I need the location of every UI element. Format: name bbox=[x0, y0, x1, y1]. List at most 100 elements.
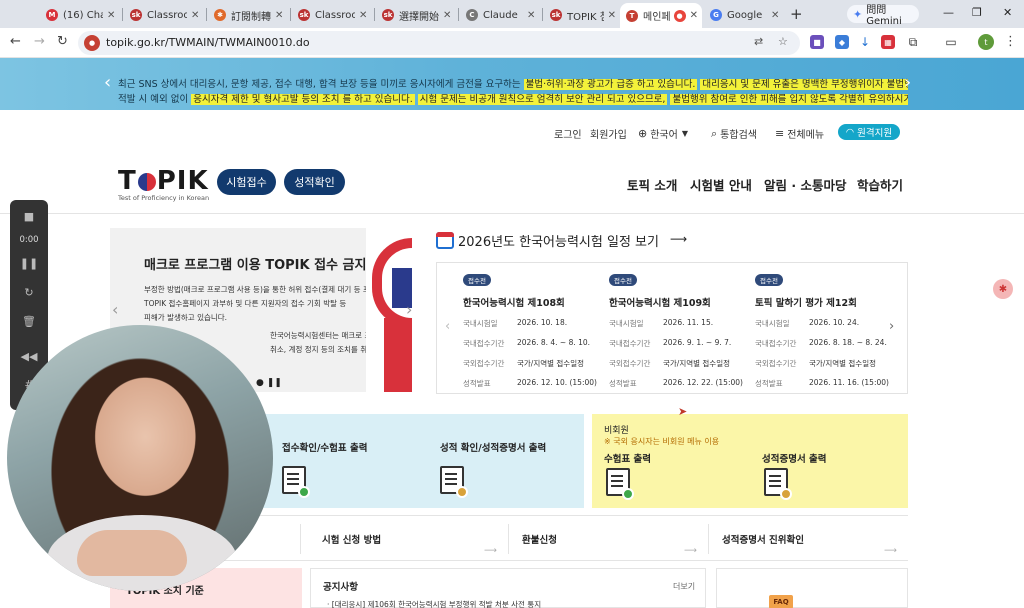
nav-item[interactable]: 알림 · 소통마당 bbox=[764, 175, 846, 194]
remote-support-button[interactable]: ◠ 원격지원 bbox=[838, 124, 900, 140]
chevron-left-icon[interactable]: ‹ bbox=[104, 72, 111, 93]
all-menu-link[interactable]: ≡ 전체메뉴 bbox=[775, 126, 824, 141]
schedule-item[interactable]: 접수전 토픽 말하기 평가 제12회 국내시험일 2026. 10. 24. 국내… bbox=[755, 273, 905, 389]
browser-tab[interactable]: C Claude ✕ bbox=[460, 4, 542, 26]
more-menu-icon[interactable]: ⋮ bbox=[1004, 34, 1017, 49]
language-select[interactable]: ⊕ 한국어 ▼ bbox=[638, 126, 691, 141]
close-icon[interactable]: ✕ bbox=[690, 10, 698, 21]
score-check-link[interactable]: 성적 확인/성적증명서 출력 bbox=[440, 440, 546, 454]
tab-favicon-icon: C bbox=[466, 9, 478, 21]
extension-icon[interactable]: ◆ bbox=[835, 35, 849, 49]
guest-ticket-link[interactable]: 수험표 출력 bbox=[604, 451, 651, 465]
minimize-icon[interactable]: — bbox=[943, 6, 954, 19]
chevron-left-icon[interactable]: ‹ bbox=[112, 300, 118, 319]
print-ticket-link[interactable]: 접수확인/수험표 출력 bbox=[282, 440, 367, 454]
tab-favicon-icon: M bbox=[46, 9, 58, 21]
row-label: 국내시험일 bbox=[609, 319, 644, 328]
floating-action-icon[interactable]: ✱ bbox=[993, 279, 1013, 299]
close-icon[interactable]: ✕ bbox=[275, 10, 283, 21]
faq-box[interactable]: FAQ bbox=[716, 568, 908, 608]
arrow-right-icon[interactable]: ⟶ bbox=[670, 232, 687, 246]
tab-label: 選擇開始 bbox=[399, 11, 439, 23]
promo-text: TOPIK 접수홈페이지 과부하 및 다른 지원자의 접수 기회 박탈 등 bbox=[144, 299, 347, 308]
gemini-button[interactable]: ✦ 問問 Gemini bbox=[847, 5, 919, 27]
topik-logo[interactable]: T PIK Test of Proficiency in Korean bbox=[118, 166, 209, 202]
search-link[interactable]: ⌕ 통합검색 bbox=[711, 126, 757, 142]
notice-more-link[interactable]: 더보기 bbox=[673, 581, 695, 592]
login-link[interactable]: 로그인 bbox=[554, 126, 582, 141]
browser-tab-active[interactable]: T 메인페 ● ✕ bbox=[620, 3, 702, 28]
row-label: 성적발표 bbox=[609, 379, 637, 388]
nav-item[interactable]: 시험별 안내 bbox=[690, 175, 752, 194]
browser-tab[interactable]: sk Classroo ✕ bbox=[124, 4, 206, 26]
sidepanel-icon[interactable]: ▭ bbox=[944, 35, 958, 49]
notice-box: 공지사항 더보기 · [대리응시] 제106회 한국어능력시험 부정행위 적발 … bbox=[310, 568, 706, 608]
row-value: 2026. 10. 18. bbox=[517, 318, 568, 327]
close-icon[interactable]: ✕ bbox=[771, 10, 779, 21]
webcam-overlay bbox=[7, 325, 273, 591]
apply-button[interactable]: 시험접수 bbox=[217, 169, 276, 195]
puzzle-icon[interactable]: ⧉ bbox=[906, 35, 920, 49]
new-tab-icon[interactable]: + bbox=[790, 5, 803, 23]
translate-icon[interactable]: ⇄ bbox=[754, 35, 763, 48]
close-icon[interactable]: ✕ bbox=[107, 10, 115, 21]
carousel-pause-icon[interactable]: ● ❚❚ bbox=[256, 378, 282, 388]
guest-cert-link[interactable]: 성적증명서 출력 bbox=[762, 451, 827, 465]
back-icon[interactable]: ← bbox=[10, 34, 21, 49]
notice-banner: ‹ 최근 SNS 상에서 대리응시, 문항 제공, 접수 대행, 합격 보장 등… bbox=[0, 58, 1024, 110]
browser-tab[interactable]: M (16) Chat ✕ bbox=[40, 4, 122, 26]
url-text[interactable]: topik.go.kr/TWMAIN/TWMAIN0010.do bbox=[106, 36, 310, 49]
site-info-icon[interactable]: ● bbox=[84, 35, 100, 51]
reload-icon[interactable]: ↻ bbox=[57, 34, 68, 49]
tab-favicon-icon: sk bbox=[298, 9, 310, 21]
stop-icon[interactable]: ■ bbox=[10, 210, 48, 223]
cert-verify-link[interactable]: 성적증명서 진위확인 bbox=[722, 532, 804, 546]
guest-note: ※ 국외 응시자는 비회원 메뉴 이용 bbox=[604, 437, 720, 446]
chevron-left-icon[interactable]: ‹ bbox=[445, 319, 450, 334]
close-icon[interactable]: ✕ bbox=[359, 10, 367, 21]
extension-icon[interactable]: ■ bbox=[810, 35, 824, 49]
forward-icon[interactable]: → bbox=[34, 34, 45, 49]
browser-tab[interactable]: sk TOPIK 첨 ✕ bbox=[544, 4, 620, 26]
download-icon[interactable]: ↓ bbox=[858, 35, 872, 49]
chevron-right-icon[interactable]: › bbox=[406, 300, 412, 319]
schedule-item[interactable]: 접수전 한국어능력시험 제108회 국내시험일 2026. 10. 18. 국내접… bbox=[463, 273, 613, 389]
browser-tab[interactable]: sk 選擇開始 ✕ bbox=[376, 4, 458, 26]
row-label: 국내접수기간 bbox=[463, 339, 505, 348]
bookmark-star-icon[interactable]: ☆ bbox=[778, 35, 788, 48]
close-window-icon[interactable]: ✕ bbox=[1003, 6, 1012, 19]
nav-item[interactable]: 학습하기 bbox=[857, 175, 903, 194]
nav-item[interactable]: 토픽 소개 bbox=[627, 175, 677, 194]
chevron-right-icon[interactable]: › bbox=[889, 319, 894, 334]
signup-link[interactable]: 회원가입 bbox=[590, 126, 627, 141]
close-icon[interactable]: ✕ bbox=[443, 10, 451, 21]
guest-service-box: 비회원 ※ 국외 응시자는 비회원 메뉴 이용 수험표 출력 성적증명서 출력 bbox=[592, 414, 908, 508]
status-badge: 접수전 bbox=[755, 274, 783, 286]
row-label: 국내시험일 bbox=[755, 319, 790, 328]
close-icon[interactable]: ✕ bbox=[191, 10, 199, 21]
refund-link[interactable]: 환불신청 bbox=[522, 532, 557, 546]
browser-tab[interactable]: ✱ 訂閱制轉 ✕ bbox=[208, 4, 290, 26]
notice-item[interactable]: · [대리응시] 제106회 한국어능력시험 부정행위 적발 처분 사전 통지 bbox=[327, 599, 541, 608]
restore-icon[interactable]: ❐ bbox=[972, 6, 982, 19]
row-label: 국내접수기간 bbox=[755, 339, 797, 348]
browser-tab[interactable]: sk Classroo ✕ bbox=[292, 4, 374, 26]
trash-icon[interactable]: 🗑 bbox=[10, 315, 48, 328]
chevron-right-icon[interactable]: › bbox=[904, 72, 911, 93]
apply-method-link[interactable]: 시험 신청 방법 bbox=[322, 532, 381, 546]
close-icon[interactable]: ✕ bbox=[608, 10, 616, 21]
banner-highlight: 대리응시 및 문제 유출은 명백한 부정행위이자 불법행위 이며, bbox=[700, 79, 908, 90]
banner-line: 최근 SNS 상에서 대리응시, 문항 제공, 접수 대행, 합격 보장 등을 … bbox=[118, 76, 908, 90]
schedule-item[interactable]: 접수전 한국어능력시험 제109회 국내시험일 2026. 11. 15. 국내접… bbox=[609, 273, 759, 389]
pause-icon[interactable]: ❚❚ bbox=[10, 257, 48, 270]
close-icon[interactable]: ✕ bbox=[527, 10, 535, 21]
extension-icon[interactable]: ▦ bbox=[881, 35, 895, 49]
result-button[interactable]: 성적확인 bbox=[284, 169, 345, 195]
schedule-title[interactable]: 2026년도 한국어능력시험 일정 보기 bbox=[436, 231, 659, 250]
avatar[interactable]: t bbox=[978, 34, 994, 50]
collapse-icon[interactable]: ◀◀ bbox=[10, 350, 48, 363]
wifi-icon: ◠ bbox=[845, 126, 855, 138]
browser-tab[interactable]: G Google ✕ bbox=[704, 4, 786, 26]
restart-icon[interactable]: ↻ bbox=[10, 286, 48, 299]
address-bar[interactable]: ● topik.go.kr/TWMAIN/TWMAIN0010.do ⇄ ☆ bbox=[78, 31, 800, 55]
